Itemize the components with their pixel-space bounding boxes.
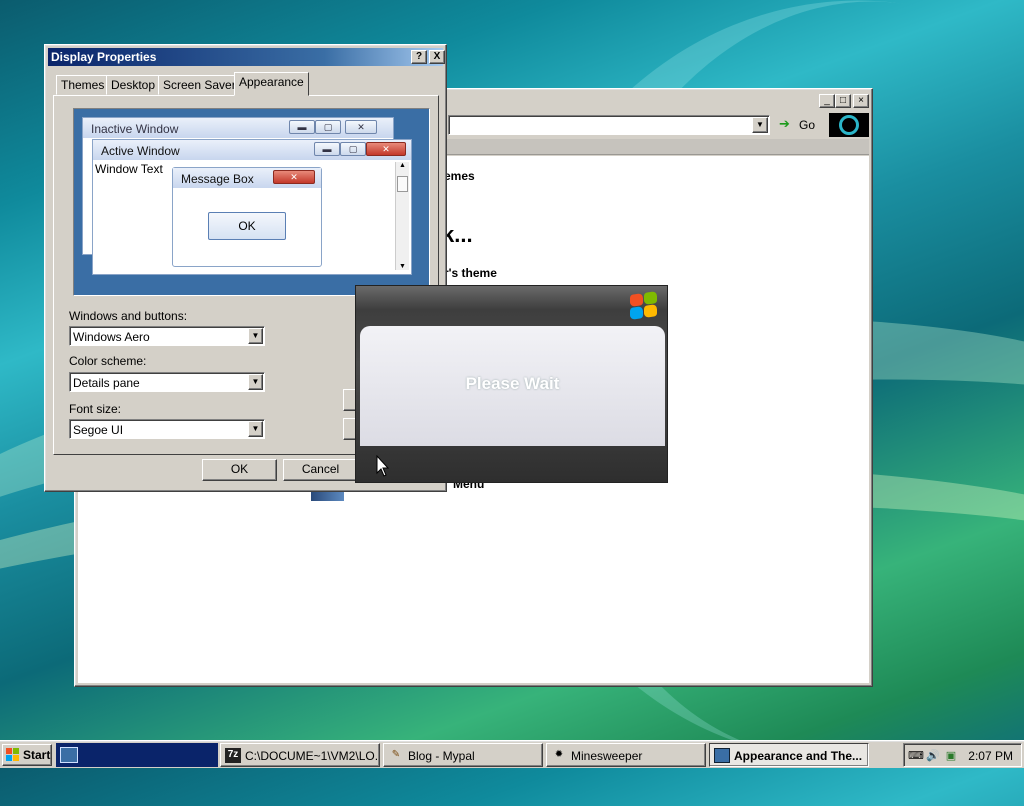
taskbar-item-label: Appearance and The... <box>734 749 863 763</box>
dialog-titlebar[interactable]: Display Properties ? X <box>48 48 445 66</box>
windows-buttons-select[interactable]: Windows Aero ▼ <box>69 326 265 346</box>
chevron-down-icon[interactable]: ▼ <box>248 328 263 344</box>
help-button[interactable]: ? <box>411 50 427 64</box>
7z-icon: 7z <box>225 748 241 763</box>
maximize-icon: ▢ <box>340 142 366 156</box>
font-size-value: Segoe UI <box>73 423 124 437</box>
appearance-preview: Inactive Window ▬ ▢ ✕ Active Window ▬ ▢ … <box>73 108 430 296</box>
windows-buttons-value: Windows Aero <box>73 330 150 344</box>
preview-message-box: Message Box ✕ OK <box>172 167 322 267</box>
windows-buttons-label: Windows and buttons: <box>69 309 188 323</box>
tab-appearance[interactable]: Appearance <box>234 72 309 96</box>
close-icon: ✕ <box>273 170 315 184</box>
quick-launch-bar <box>56 743 218 767</box>
please-wait-splash: Please Wait <box>355 285 668 483</box>
close-icon: ✕ <box>366 142 406 156</box>
mouse-cursor-icon <box>376 455 390 477</box>
system-tray: ⌨ 🔊 ▣ 2:07 PM <box>903 743 1022 767</box>
splash-panel: Please Wait <box>360 326 665 446</box>
taskbar-item-label: Blog - Mypal <box>408 749 475 763</box>
preview-ok-button: OK <box>208 212 286 240</box>
minimize-icon: ▬ <box>314 142 340 156</box>
close-button[interactable]: × <box>853 94 869 108</box>
taskbar-item[interactable]: Appearance and The... <box>709 743 869 767</box>
window-text: Window Text <box>95 162 163 176</box>
start-label: Start <box>23 748 51 762</box>
minimize-icon: ▬ <box>289 120 315 134</box>
keyboard-icon[interactable]: ⌨ <box>908 749 924 763</box>
address-dropdown-button[interactable]: ▼ <box>752 117 768 133</box>
maximize-button[interactable]: □ <box>835 94 851 108</box>
cancel-button[interactable]: Cancel <box>283 459 358 481</box>
volume-icon[interactable]: 🔊 <box>926 749 940 763</box>
font-size-label: Font size: <box>69 402 122 416</box>
go-button[interactable]: Go <box>799 118 815 132</box>
close-icon: ✕ <box>345 120 377 134</box>
tab-themes[interactable]: Themes <box>56 75 110 95</box>
taskbar-item[interactable]: 7z C:\DOCUME~1\VM2\LO... <box>220 743 380 767</box>
minimize-button[interactable]: _ <box>819 94 835 108</box>
content-text: emes <box>444 169 475 183</box>
taskbar: Start 7z C:\DOCUME~1\VM2\LO... ✎ Blog - … <box>0 740 1024 768</box>
go-arrow-icon[interactable]: ➔ <box>779 117 793 131</box>
font-size-select[interactable]: Segoe UI ▼ <box>69 419 265 439</box>
show-desktop-icon[interactable] <box>60 747 78 763</box>
minesweeper-icon: ✹ <box>554 749 564 760</box>
network-icon[interactable]: ▣ <box>944 749 958 763</box>
maximize-icon: ▢ <box>315 120 341 134</box>
display-icon <box>714 748 730 763</box>
address-input[interactable] <box>448 115 770 135</box>
blog-icon: ✎ <box>391 749 401 760</box>
color-scheme-select[interactable]: Details pane ▼ <box>69 372 265 392</box>
tab-screen-saver[interactable]: Screen Saver <box>158 75 241 95</box>
clock[interactable]: 2:07 PM <box>968 749 1013 763</box>
preview-scrollbar: ▲ ▼ <box>395 162 409 270</box>
windows-logo-icon <box>629 291 659 320</box>
taskbar-item-label: Minesweeper <box>571 749 643 763</box>
scroll-up-icon: ▲ <box>399 162 406 169</box>
chevron-down-icon[interactable]: ▼ <box>248 374 263 390</box>
tab-desktop[interactable]: Desktop <box>106 75 161 95</box>
taskbar-item[interactable]: ✎ Blog - Mypal <box>383 743 543 767</box>
start-button[interactable]: Start <box>2 744 52 766</box>
color-scheme-label: Color scheme: <box>69 354 147 368</box>
ok-button[interactable]: OK <box>202 459 277 481</box>
taskbar-item[interactable]: ✹ Minesweeper <box>546 743 706 767</box>
color-scheme-value: Details pane <box>73 376 140 390</box>
chevron-down-icon[interactable]: ▼ <box>248 421 263 437</box>
scroll-down-icon: ▼ <box>399 263 406 270</box>
dialog-title: Display Properties <box>51 50 157 64</box>
taskbar-item-label: C:\DOCUME~1\VM2\LO... <box>245 749 380 763</box>
throbber-icon <box>829 113 869 137</box>
content-text[interactable]: r's theme <box>444 266 497 280</box>
scroll-thumb <box>397 176 408 192</box>
close-button[interactable]: X <box>429 50 445 64</box>
please-wait-text: Please Wait <box>465 374 560 393</box>
windows-logo-icon <box>6 748 19 761</box>
